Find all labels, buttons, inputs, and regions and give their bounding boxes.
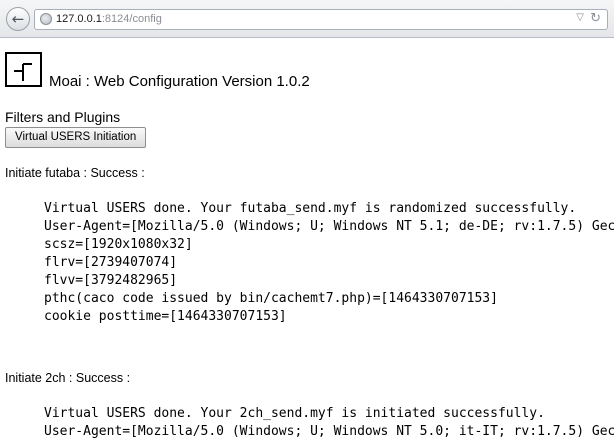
log-line: Virtual USERS done. Your futaba_send.myf… <box>44 201 577 216</box>
address-bar[interactable]: 127.0.0.1:8124/config ▽ ↻ <box>34 9 608 30</box>
moai-logo <box>5 52 42 87</box>
status-futaba: Initiate futaba : Success : <box>5 166 145 180</box>
log-line: scsz=[1920x1080x32] <box>44 237 193 252</box>
log-line: pthc(caco code issued by bin/cachemt7.ph… <box>44 291 498 306</box>
status-2ch: Initiate 2ch : Success : <box>5 371 131 385</box>
browser-toolbar: ← 127.0.0.1:8124/config ▽ ↻ <box>0 0 614 38</box>
url-path: :8124/config <box>101 13 162 25</box>
back-button[interactable]: ← <box>6 7 30 31</box>
log-line: cookie posttime=[1464330707153] <box>44 309 287 324</box>
log-line: Virtual USERS done. Your 2ch_send.myf is… <box>44 406 545 421</box>
back-arrow-icon: ← <box>11 9 25 28</box>
globe-icon <box>40 13 52 25</box>
log-line: flvv=[3792482965] <box>44 273 178 288</box>
page-title: Moai : Web Configuration Version 1.0.2 <box>49 73 310 90</box>
log-line: flrv=[2739407074] <box>44 255 178 270</box>
history-dropdown-icon[interactable]: ▽ <box>576 12 584 23</box>
log-block-futaba: Virtual USERS done. Your futaba_send.myf… <box>44 200 614 326</box>
url-text[interactable]: 127.0.0.1:8124/config <box>56 13 162 25</box>
page-content: Moai : Web Configuration Version 1.0.2 F… <box>0 38 614 443</box>
log-line: User-Agent=[Mozilla/5.0 (Windows; U; Win… <box>44 424 614 439</box>
virtual-users-initiation-button[interactable]: Virtual USERS Initiation <box>5 127 147 148</box>
reload-icon[interactable]: ↻ <box>590 11 601 26</box>
log-block-2ch: Virtual USERS done. Your 2ch_send.myf is… <box>44 405 614 441</box>
url-host: 127.0.0.1 <box>56 13 102 25</box>
logo-mark-icon <box>14 63 32 81</box>
log-line: User-Agent=[Mozilla/5.0 (Windows; U; Win… <box>44 219 614 234</box>
section-heading: Filters and Plugins <box>5 109 121 125</box>
